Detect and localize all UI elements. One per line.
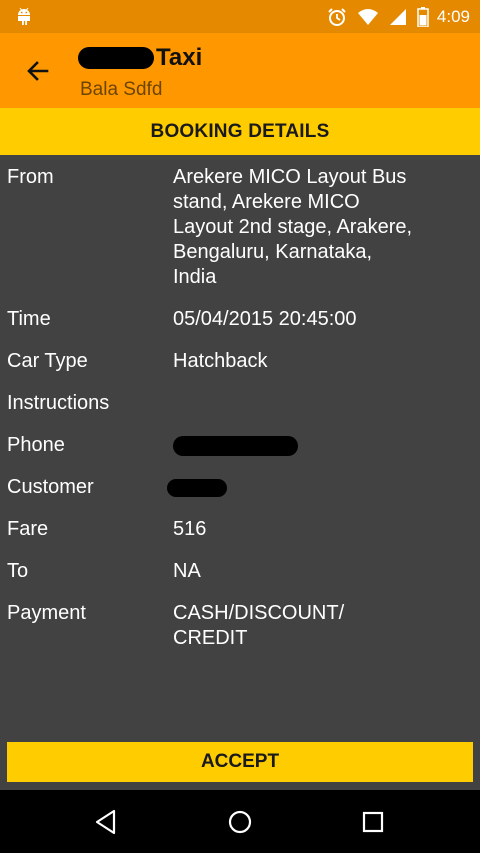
status-bar: 4:09	[0, 0, 480, 33]
car-type-value: Hatchback	[173, 350, 268, 372]
to-value: NA	[173, 560, 201, 582]
app-title-row: Taxi	[78, 43, 202, 73]
app-subtitle: Bala Sdfd	[80, 79, 163, 100]
detail-row-phone: Phone	[0, 423, 480, 465]
payment-value: CASH/DISCOUNT/ CREDIT	[173, 602, 345, 649]
app-bar: Taxi Bala Sdfd	[0, 33, 480, 108]
navigation-bar	[0, 790, 480, 853]
instructions-value	[173, 381, 433, 423]
customer-value	[167, 465, 433, 507]
nav-recents-icon	[362, 811, 384, 832]
detail-row-to: To NA	[0, 549, 480, 591]
arrow-back-icon	[27, 61, 49, 81]
booking-details-header: BOOKING DETAILS	[0, 108, 480, 155]
detail-row-payment: Payment CASH/DISCOUNT/ CREDIT	[0, 591, 480, 651]
phone-label: Phone	[7, 434, 65, 456]
time-value: 05/04/2015 20:45:00	[173, 308, 357, 330]
back-button[interactable]	[18, 51, 58, 91]
detail-row-instructions: Instructions	[0, 381, 480, 423]
nav-home-icon	[228, 810, 252, 833]
redacted-title-block	[78, 47, 154, 69]
detail-row-time: Time 05/04/2015 20:45:00	[0, 297, 480, 339]
redacted-phone	[173, 436, 298, 456]
nav-back-icon	[95, 809, 116, 834]
time-label: Time	[7, 308, 51, 330]
instructions-label: Instructions	[7, 392, 110, 414]
fare-label: Fare	[7, 518, 49, 540]
phone-value	[173, 423, 433, 465]
alarm-icon	[327, 7, 347, 27]
app-title: Taxi	[156, 44, 203, 71]
detail-row-from: From Arekere MICO Layout Bus stand, Arek…	[0, 155, 480, 297]
from-value: Arekere MICO Layout Bus stand, Arekere M…	[173, 166, 413, 288]
status-time: 4:09	[436, 6, 470, 26]
nav-back-button[interactable]	[67, 790, 147, 853]
to-label: To	[7, 560, 29, 582]
detail-row-car-type: Car Type Hatchback	[0, 339, 480, 381]
detail-row-fare: Fare 516	[0, 507, 480, 549]
booking-details-list: From Arekere MICO Layout Bus stand, Arek…	[0, 155, 480, 651]
battery-icon	[417, 6, 429, 27]
accept-button[interactable]: ACCEPT	[7, 742, 473, 782]
fare-value: 516	[173, 518, 207, 540]
android-icon	[13, 5, 35, 32]
car-type-label: Car Type	[7, 350, 88, 372]
customer-label: Customer	[7, 476, 94, 498]
nav-recents-button[interactable]	[333, 790, 413, 853]
signal-icon	[389, 8, 407, 26]
payment-label: Payment	[7, 602, 86, 624]
wifi-icon	[357, 8, 379, 26]
redacted-customer	[167, 479, 227, 497]
detail-row-customer: Customer	[0, 465, 480, 507]
nav-home-button[interactable]	[200, 790, 280, 853]
from-label: From	[7, 166, 54, 188]
